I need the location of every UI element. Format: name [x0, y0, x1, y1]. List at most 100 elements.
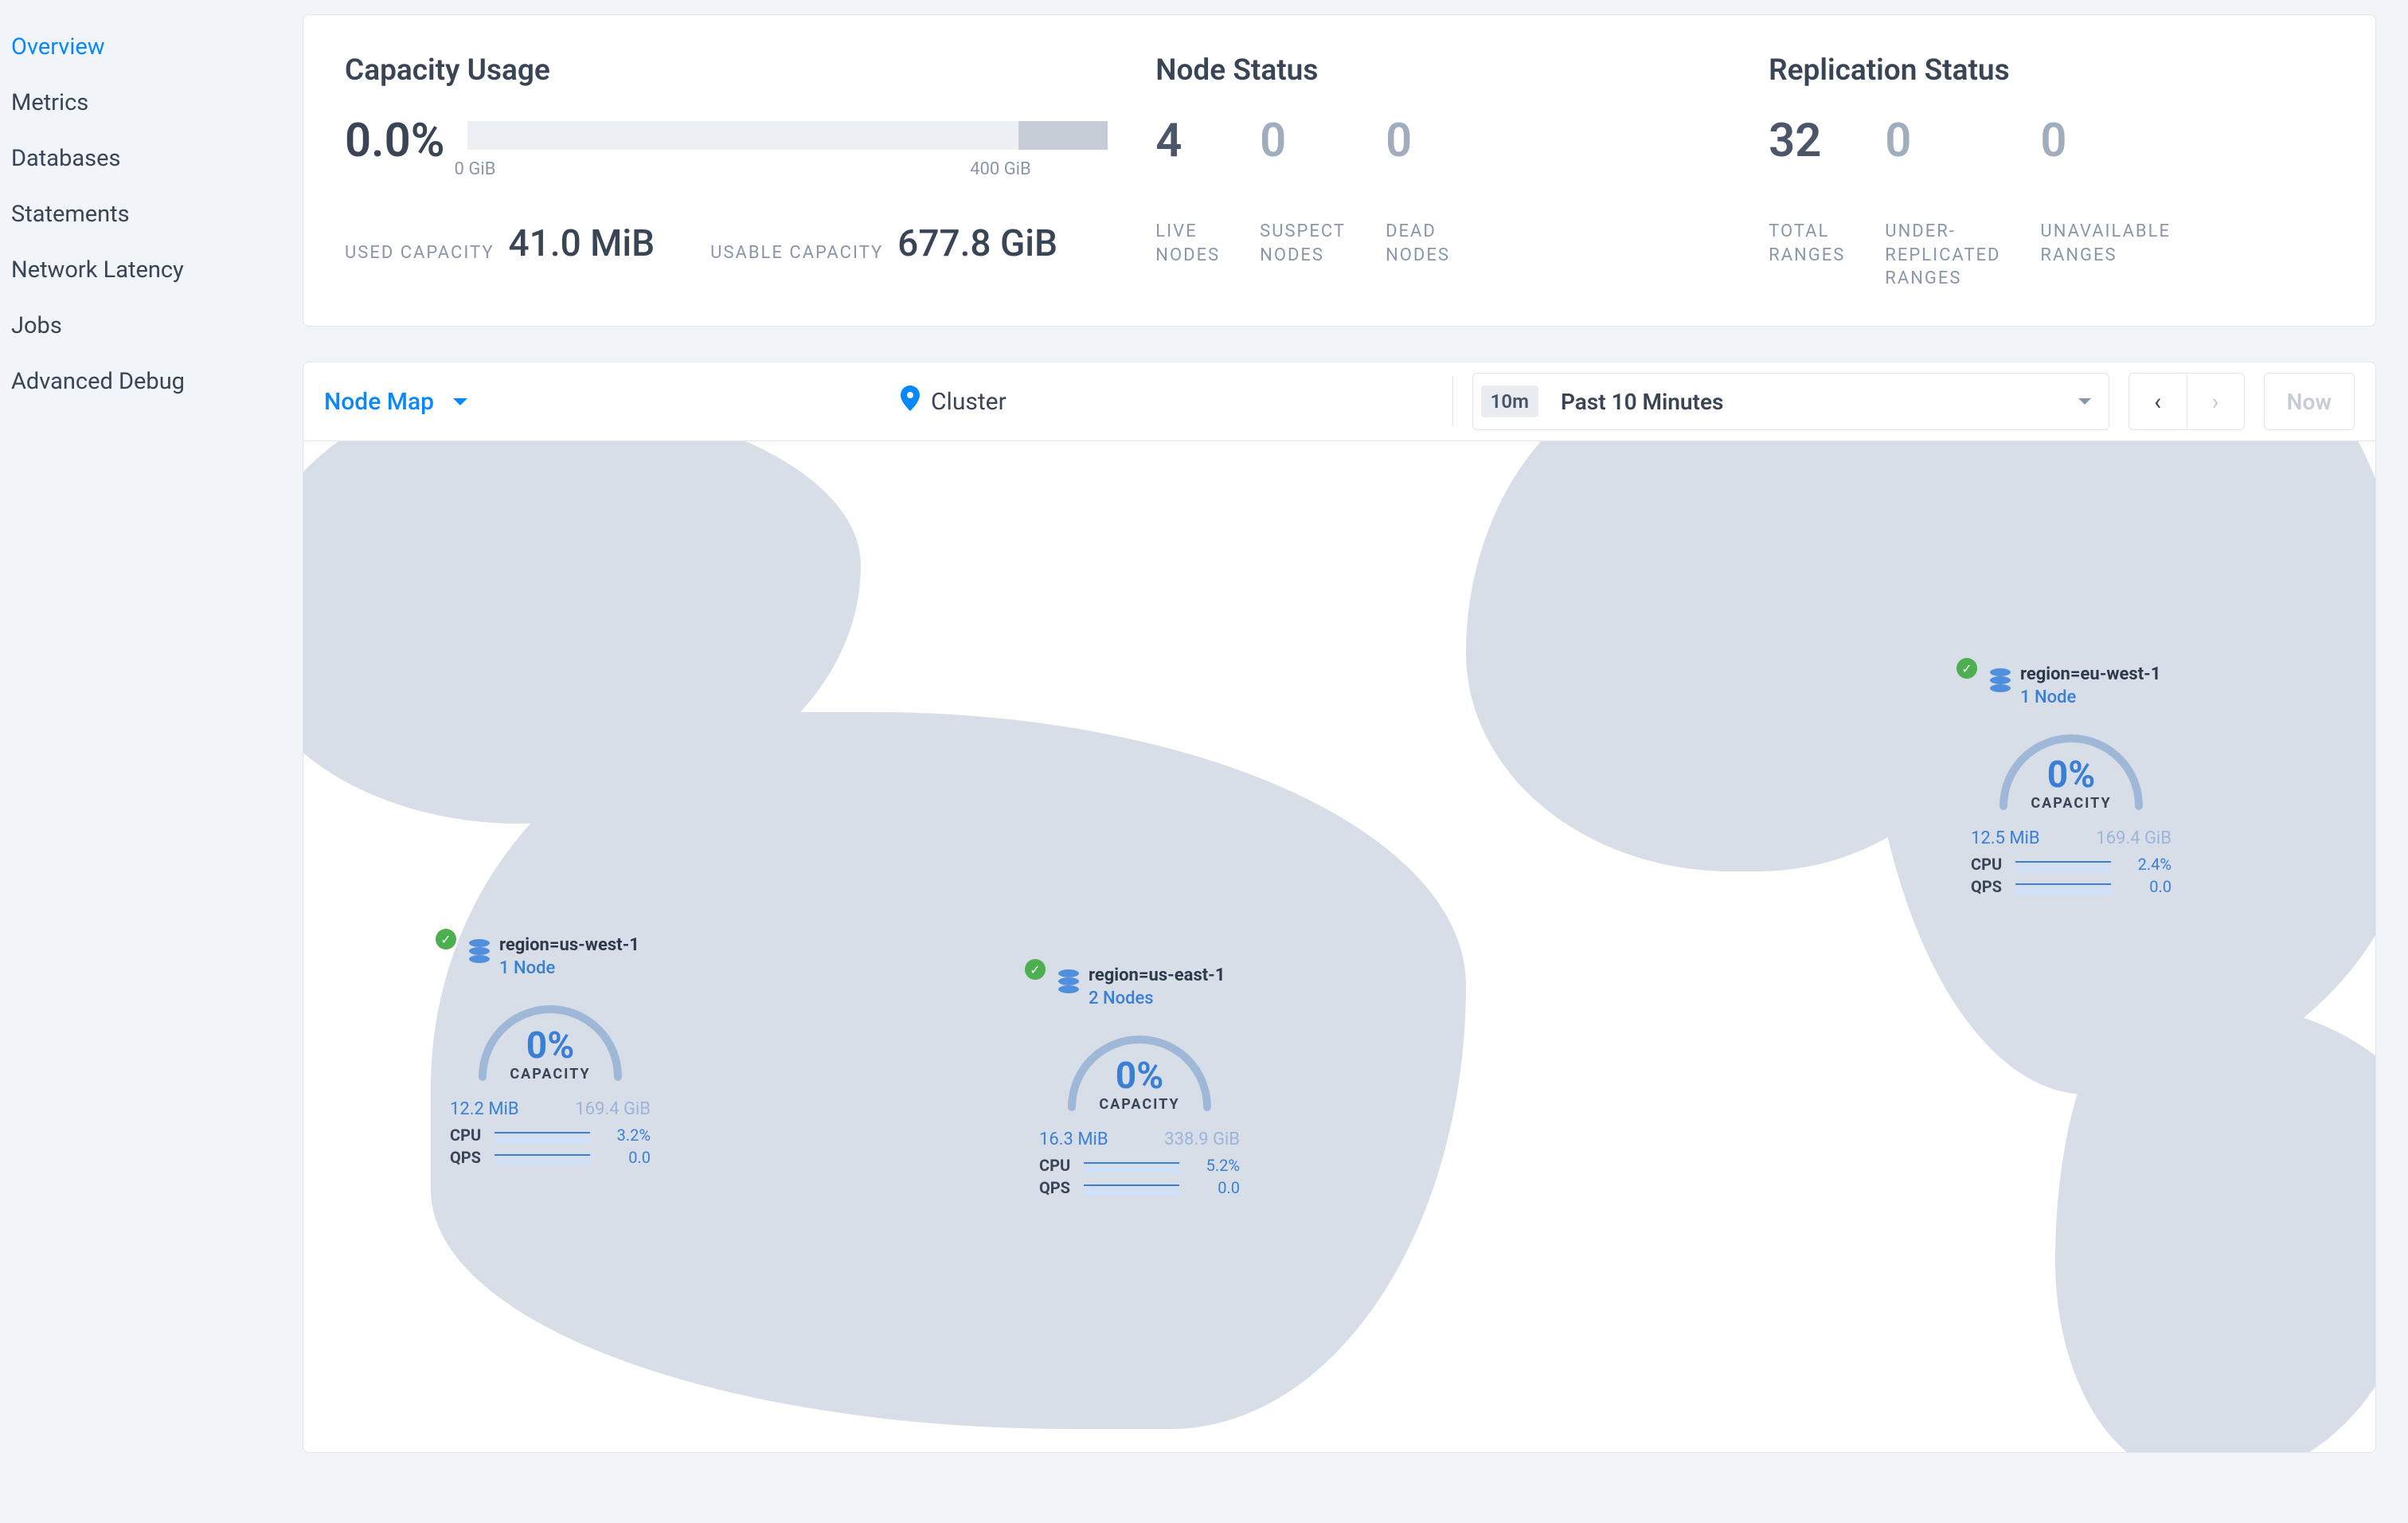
- sparkline: [1084, 1180, 1179, 1196]
- view-selector[interactable]: Node Map: [324, 388, 467, 416]
- capacity-bar-fill: [1018, 121, 1108, 150]
- main-content: Capacity Usage 0.0% 0 GiB 400 GiB: [303, 0, 2408, 1523]
- usable-capacity-label: USABLE CAPACITY: [710, 242, 883, 265]
- sidebar-item-statements[interactable]: Statements: [11, 186, 303, 242]
- region-us-east-1[interactable]: ✓ region=us-east-1 2 Nodes 0% CAPACITY 1…: [1028, 965, 1251, 1200]
- metric-value: 0.0: [1189, 1178, 1240, 1197]
- capacity-gauge: 0% CAPACITY: [1988, 718, 2155, 814]
- region-title: region=us-east-1: [1089, 965, 1225, 985]
- usable-capacity-value: 677.8 GiB: [897, 222, 1057, 265]
- under-replicated-stat: 0 UNDER-REPLICATEDRANGES: [1885, 118, 2000, 291]
- capacity-gauge: 0% CAPACITY: [1056, 1020, 1223, 1115]
- capacity-gauge: 0% CAPACITY: [467, 989, 634, 1085]
- capacity-percent: 0.0%: [345, 118, 445, 164]
- sidebar-item-overview[interactable]: Overview: [11, 19, 303, 75]
- time-next-button[interactable]: ›: [2187, 374, 2244, 429]
- metric-label: CPU: [1039, 1156, 1074, 1175]
- region-us-west-1[interactable]: ✓ region=us-west-1 1 Node 0% CAPACITY 12…: [439, 935, 662, 1170]
- time-prev-button[interactable]: ‹: [2129, 374, 2187, 429]
- dead-nodes-label: DEADNODES: [1386, 220, 1450, 267]
- unavailable-ranges-value: 0: [2040, 118, 2171, 164]
- node-status-section: Node Status 4 LIVENODES 0 SUSPECTNODES 0…: [1155, 53, 1721, 291]
- dead-nodes-stat: 0 DEADNODES: [1386, 118, 1450, 267]
- gauge-percent: 0%: [467, 1024, 634, 1067]
- suspect-nodes-value: 0: [1260, 118, 1346, 164]
- sparkline: [494, 1127, 590, 1143]
- capacity-usage-section: Capacity Usage 0.0% 0 GiB 400 GiB: [345, 53, 1108, 291]
- database-icon: [467, 938, 491, 970]
- under-replicated-value: 0: [1885, 118, 2000, 164]
- status-ok-icon: ✓: [1956, 658, 1977, 679]
- metric-value: 0.0: [600, 1148, 651, 1167]
- used-capacity-value: 41.0 MiB: [509, 222, 655, 265]
- sparkline: [1084, 1157, 1179, 1173]
- metric-label: QPS: [450, 1148, 485, 1167]
- region-total: 169.4 GiB: [575, 1099, 651, 1119]
- suspect-nodes-label: SUSPECTNODES: [1260, 220, 1346, 267]
- chevron-down-icon: [2078, 398, 2091, 405]
- database-icon: [1988, 668, 2012, 699]
- region-total: 338.9 GiB: [1164, 1130, 1240, 1149]
- map-control-bar: Node Map Cluster 10m Past 10 Minutes ‹ ›…: [303, 362, 2376, 441]
- live-nodes-value: 4: [1155, 118, 1220, 164]
- time-arrow-group: ‹ ›: [2128, 373, 2245, 430]
- region-node-count: 1 Node: [499, 958, 639, 978]
- sidebar-item-databases[interactable]: Databases: [11, 131, 303, 186]
- total-ranges-value: 32: [1769, 118, 1845, 164]
- node-map[interactable]: ✓ region=us-west-1 1 Node 0% CAPACITY 12…: [303, 441, 2376, 1453]
- breadcrumb-label: Cluster: [931, 388, 1007, 416]
- metric-label: QPS: [1039, 1178, 1074, 1197]
- gauge-label: CAPACITY: [1988, 795, 2155, 812]
- region-used: 12.5 MiB: [1971, 828, 2040, 848]
- used-capacity-label: USED CAPACITY: [345, 242, 494, 265]
- breadcrumb[interactable]: Cluster: [901, 386, 1007, 417]
- region-used: 12.2 MiB: [450, 1099, 519, 1119]
- metric-value: 2.4%: [2121, 855, 2172, 874]
- time-label: Past 10 Minutes: [1561, 389, 1723, 415]
- metric-label: QPS: [1971, 877, 2006, 896]
- region-used: 16.3 MiB: [1039, 1130, 1108, 1149]
- pin-icon: [901, 386, 920, 417]
- gauge-percent: 0%: [1056, 1055, 1223, 1098]
- metric-row-cpu: CPU 2.4%: [1971, 855, 2172, 874]
- metric-row-cpu: CPU 3.2%: [450, 1126, 651, 1145]
- region-title: region=us-west-1: [499, 935, 639, 955]
- sidebar-item-network-latency[interactable]: Network Latency: [11, 242, 303, 298]
- region-eu-west-1[interactable]: ✓ region=eu-west-1 1 Node 0% CAPACITY 12…: [1960, 664, 2183, 899]
- sidebar-item-metrics[interactable]: Metrics: [11, 75, 303, 131]
- time-chip: 10m: [1481, 386, 1538, 417]
- suspect-nodes-stat: 0 SUSPECTNODES: [1260, 118, 1346, 267]
- metric-row-qps: QPS 0.0: [450, 1148, 651, 1167]
- usable-capacity-stat: USABLE CAPACITY 677.8 GiB: [710, 222, 1057, 265]
- view-selector-label: Node Map: [324, 388, 434, 416]
- metric-value: 3.2%: [600, 1126, 651, 1145]
- region-node-count: 1 Node: [2020, 687, 2160, 707]
- sidebar-item-jobs[interactable]: Jobs: [11, 298, 303, 354]
- metric-row-qps: QPS 0.0: [1971, 877, 2172, 896]
- metric-row-qps: QPS 0.0: [1039, 1178, 1240, 1197]
- time-now-button[interactable]: Now: [2264, 373, 2355, 430]
- caret-down-icon: [453, 398, 467, 405]
- unavailable-ranges-label: UNAVAILABLERANGES: [2040, 220, 2171, 267]
- capacity-tick-400: 400 GiB: [970, 159, 1031, 179]
- live-nodes-stat: 4 LIVENODES: [1155, 118, 1220, 267]
- total-ranges-label: TOTALRANGES: [1769, 220, 1845, 267]
- metric-row-cpu: CPU 5.2%: [1039, 1156, 1240, 1175]
- replication-status-section: Replication Status 32 TOTALRANGES 0 UNDE…: [1769, 53, 2334, 291]
- live-nodes-label: LIVENODES: [1155, 220, 1220, 267]
- capacity-tick-0: 0 GiB: [455, 159, 496, 179]
- dead-nodes-value: 0: [1386, 118, 1450, 164]
- sparkline: [2015, 879, 2111, 895]
- under-replicated-label: UNDER-REPLICATEDRANGES: [1885, 220, 2000, 291]
- region-node-count: 2 Nodes: [1089, 989, 1225, 1008]
- gauge-label: CAPACITY: [1056, 1096, 1223, 1113]
- time-window-selector[interactable]: 10m Past 10 Minutes: [1472, 373, 2109, 430]
- landmass-shape: [2055, 999, 2376, 1453]
- metric-value: 5.2%: [1189, 1156, 1240, 1175]
- sidebar: Overview Metrics Databases Statements Ne…: [0, 0, 303, 1523]
- metric-label: CPU: [450, 1126, 485, 1145]
- capacity-usage-title: Capacity Usage: [345, 53, 1108, 88]
- status-ok-icon: ✓: [436, 929, 456, 949]
- metric-value: 0.0: [2121, 877, 2172, 896]
- sidebar-item-advanced-debug[interactable]: Advanced Debug: [11, 354, 303, 409]
